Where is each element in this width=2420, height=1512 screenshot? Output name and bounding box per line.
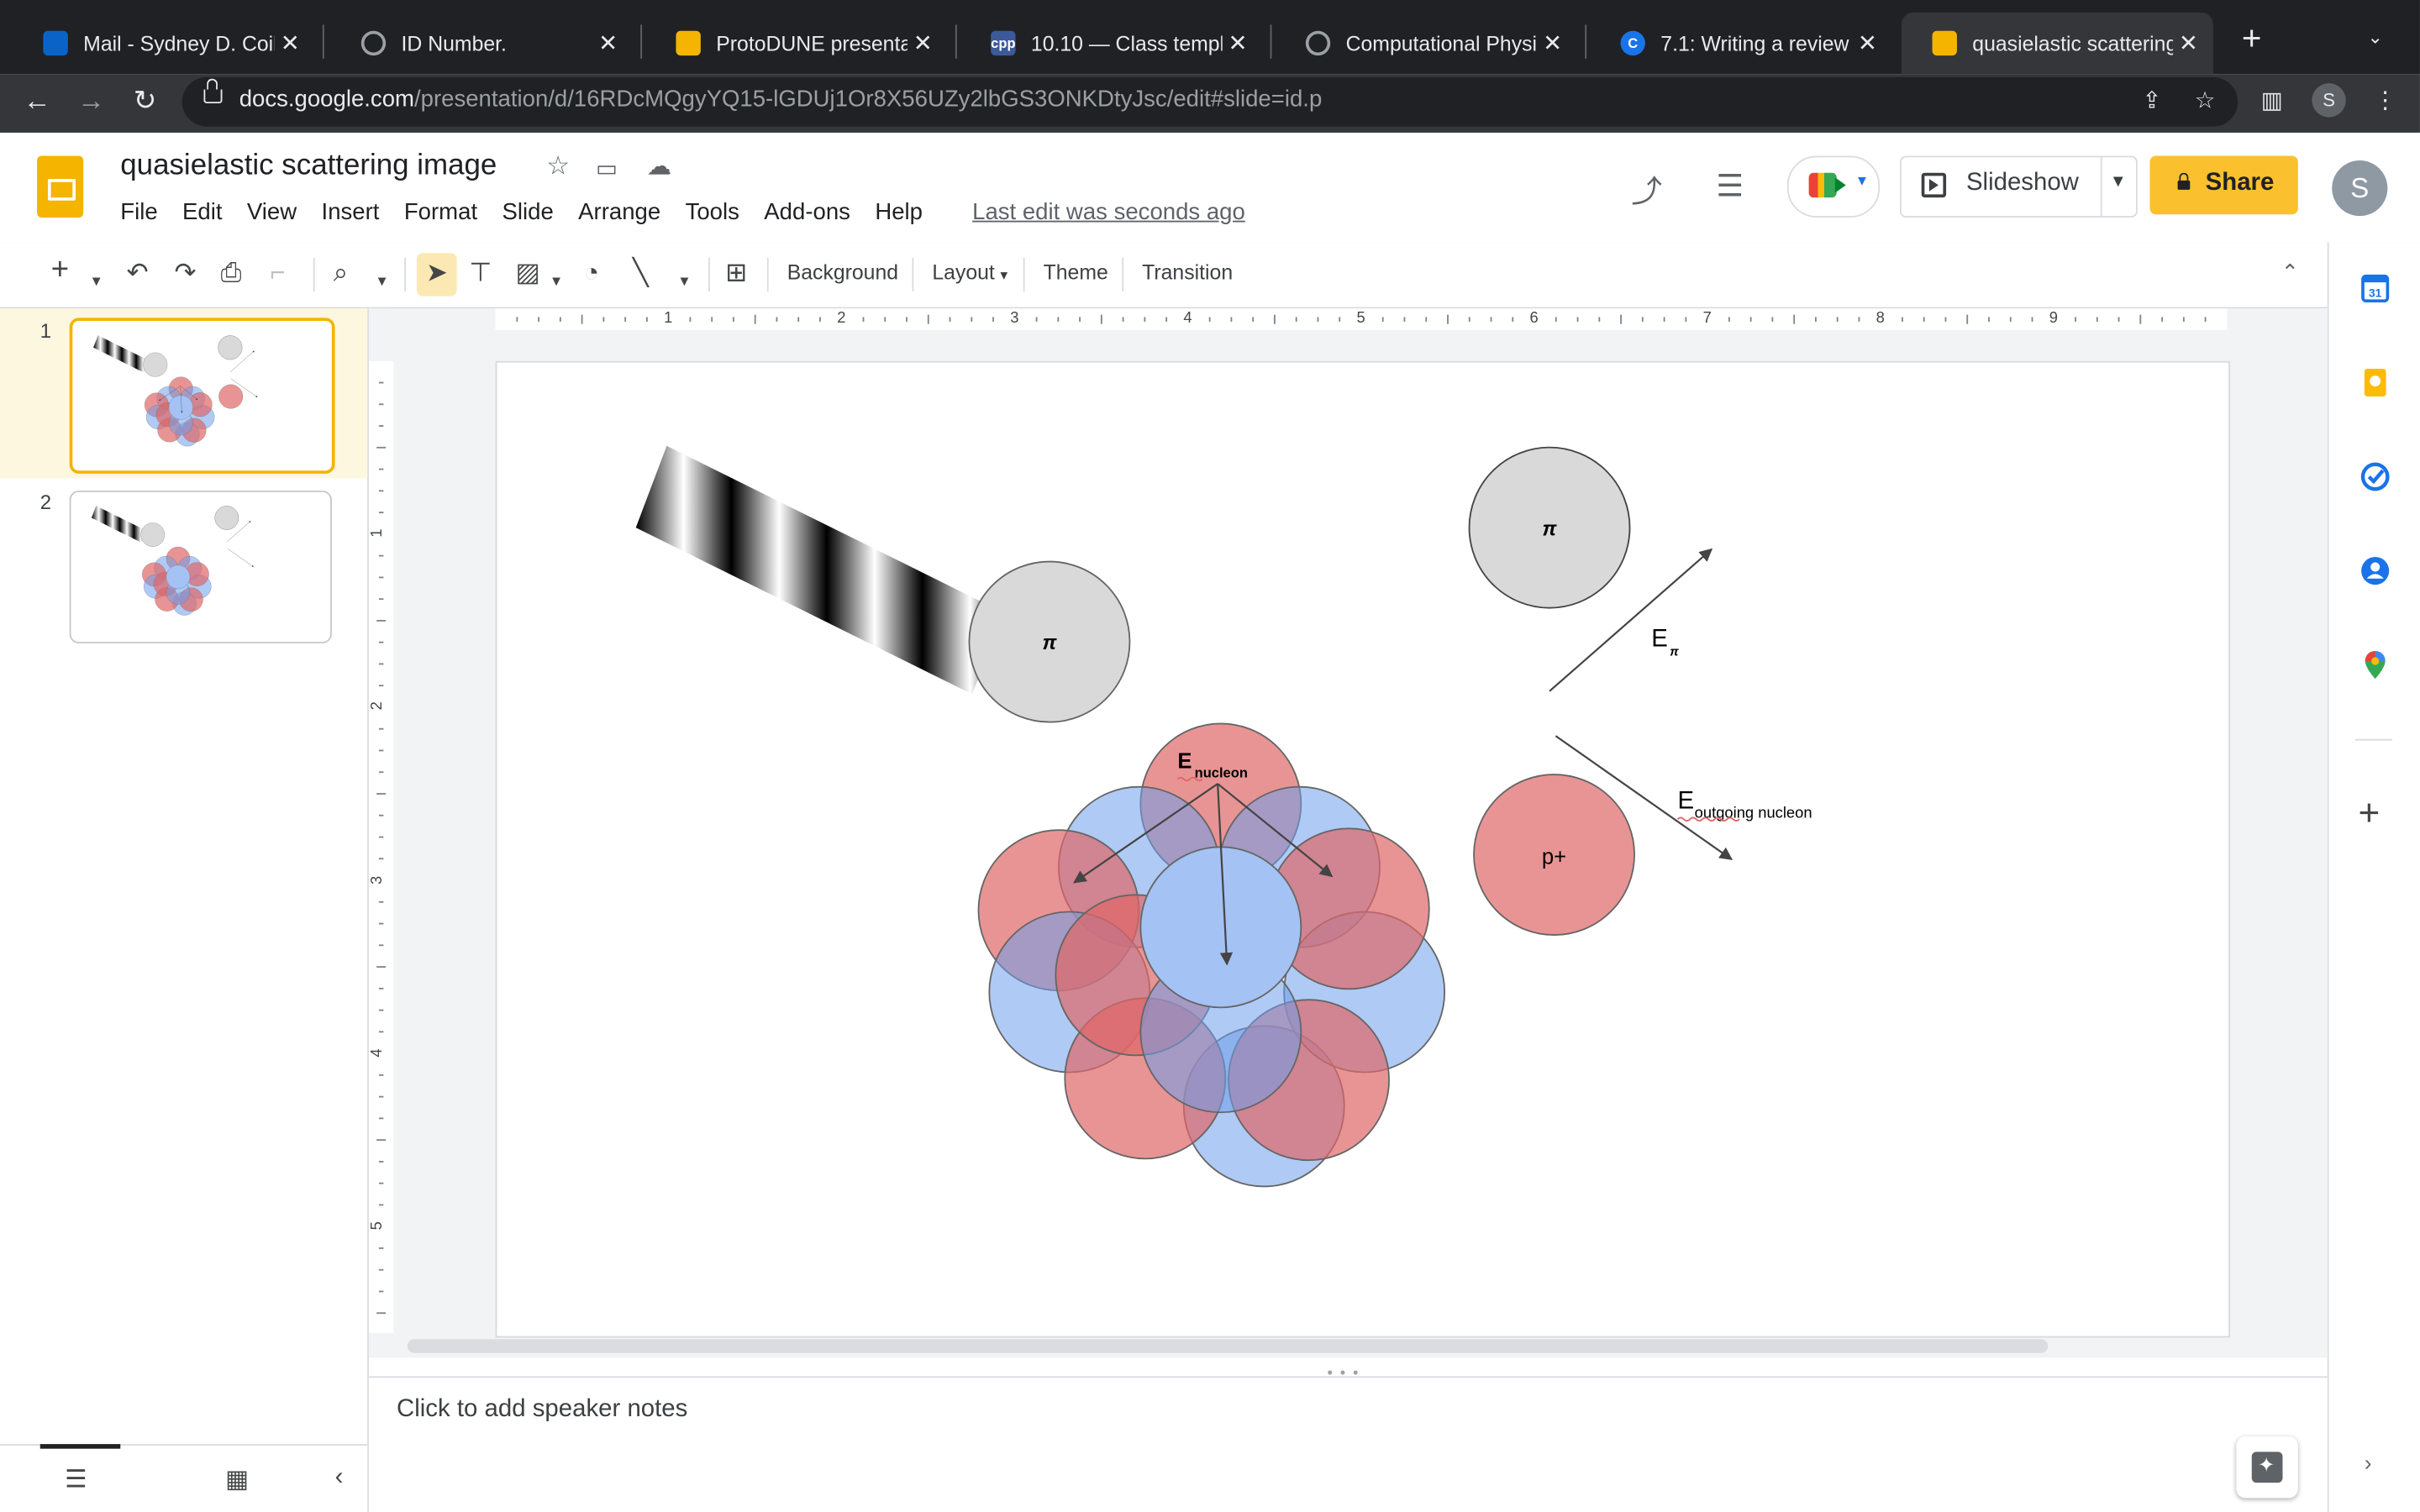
pion-energy-label[interactable]: E <box>1651 625 1668 653</box>
outgoing-pion-label[interactable]: π <box>1543 517 1558 540</box>
nucleon-energy-label[interactable]: E <box>1177 750 1192 774</box>
ruler-number: 9 <box>2049 310 2058 328</box>
ruler-number: 1 <box>664 310 673 328</box>
ruler-number: 3 <box>1010 310 1019 328</box>
slide-shapes[interactable] <box>636 446 1732 1187</box>
ruler-number: 5 <box>369 1221 387 1231</box>
proton-label[interactable]: p+ <box>1542 846 1566 869</box>
ruler-number: 8 <box>1876 310 1885 328</box>
horizontal-scrollbar[interactable] <box>407 1339 2049 1353</box>
ruler-number: 6 <box>1529 310 1539 328</box>
outgoing-nucleon-subscript: outgoing nucleon <box>1695 803 1812 821</box>
ruler-number: 7 <box>1702 310 1712 328</box>
ruler-number: 5 <box>1356 310 1365 328</box>
incoming-pion-label[interactable]: π <box>1042 632 1057 654</box>
pion-energy-subscript: π <box>1670 646 1679 659</box>
nucleon-energy-subscript: nucleon <box>1195 765 1248 781</box>
ruler-number: 2 <box>837 310 846 328</box>
ruler-number: 4 <box>369 1048 387 1058</box>
slide-drawing: π π p+ E π E nucleon E outgoing nucleon <box>497 363 1812 1336</box>
ruler-number: 2 <box>369 701 387 711</box>
ruler-number: 3 <box>369 874 387 885</box>
notes-resize-handle[interactable]: • • • <box>1328 1365 1360 1382</box>
speaker-notes-placeholder[interactable]: Click to add speaker notes <box>397 1396 687 1424</box>
slide-canvas[interactable]: π π p+ E π E nucleon E outgoing nucleon <box>495 360 2231 1338</box>
outgoing-nucleon-energy-label[interactable]: E <box>1677 786 1694 814</box>
ruler-number: 4 <box>1183 310 1192 328</box>
ruler-number: 1 <box>369 528 387 538</box>
explore-icon <box>2251 1452 2283 1483</box>
